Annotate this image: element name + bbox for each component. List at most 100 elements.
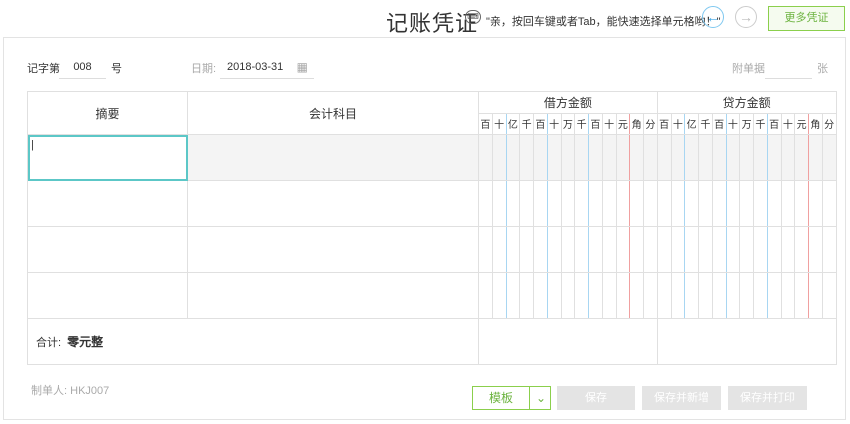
chevron-down-icon[interactable]: ⌄ (529, 387, 552, 409)
debit-amount-cell[interactable] (533, 180, 548, 227)
credit-amount-cell[interactable] (725, 272, 741, 319)
debit-amount-cell[interactable] (546, 272, 562, 319)
debit-amount-cell[interactable] (491, 272, 507, 319)
credit-amount-cell[interactable] (766, 272, 782, 319)
credit-amount-cell[interactable] (711, 226, 727, 273)
credit-amount-cell[interactable] (725, 134, 741, 181)
credit-amount-cell[interactable] (684, 180, 699, 227)
summary-cell[interactable] (27, 226, 188, 273)
debit-amount-cell[interactable] (629, 226, 644, 273)
debit-amount-cell[interactable] (601, 272, 617, 319)
credit-amount-cell[interactable] (670, 272, 686, 319)
debit-amount-cell[interactable] (505, 226, 521, 273)
credit-amount-cell[interactable] (794, 180, 809, 227)
debit-amount-cell[interactable] (629, 272, 644, 319)
credit-amount-cell[interactable] (794, 134, 809, 181)
credit-amount-cell[interactable] (684, 226, 699, 273)
credit-amount-cell[interactable] (698, 134, 713, 181)
credit-amount-cell[interactable] (711, 272, 727, 319)
debit-amount-cell[interactable] (560, 134, 576, 181)
credit-amount-cell[interactable] (711, 180, 727, 227)
save-and-new-button[interactable]: 保存并新增 (642, 386, 721, 410)
debit-amount-cell[interactable] (519, 180, 534, 227)
credit-amount-cell[interactable] (739, 272, 754, 319)
credit-amount-cell[interactable] (821, 226, 837, 273)
credit-amount-cell[interactable] (753, 180, 768, 227)
credit-amount-cell[interactable] (766, 134, 782, 181)
credit-amount-cell[interactable] (780, 180, 796, 227)
credit-amount-cell[interactable] (794, 272, 809, 319)
account-cell[interactable] (187, 180, 479, 227)
credit-amount-cell[interactable] (808, 226, 823, 273)
credit-amount-cell[interactable] (725, 226, 741, 273)
keyboard-icon[interactable]: ⌨ (465, 10, 481, 24)
date-field[interactable]: 2018-03-31 ▦ (220, 56, 314, 79)
credit-amount-cell[interactable] (821, 180, 837, 227)
debit-amount-cell[interactable] (601, 180, 617, 227)
debit-amount-cell[interactable] (519, 226, 534, 273)
credit-amount-cell[interactable] (808, 180, 823, 227)
template-button-label[interactable]: 模板 (473, 387, 529, 409)
debit-amount-cell[interactable] (574, 226, 589, 273)
credit-amount-cell[interactable] (780, 134, 796, 181)
credit-amount-cell[interactable] (753, 272, 768, 319)
credit-amount-cell[interactable] (670, 180, 686, 227)
voucher-number-field[interactable]: 008 (59, 56, 106, 79)
debit-amount-cell[interactable] (588, 180, 603, 227)
credit-amount-cell[interactable] (766, 226, 782, 273)
credit-amount-cell[interactable] (821, 134, 837, 181)
debit-amount-cell[interactable] (601, 226, 617, 273)
credit-amount-cell[interactable] (684, 272, 699, 319)
save-and-print-button[interactable]: 保存并打印 (728, 386, 807, 410)
debit-amount-cell[interactable] (643, 272, 658, 319)
credit-amount-cell[interactable] (739, 226, 754, 273)
debit-amount-cell[interactable] (643, 226, 658, 273)
debit-amount-cell[interactable] (615, 226, 631, 273)
debit-amount-cell[interactable] (629, 180, 644, 227)
credit-amount-cell[interactable] (780, 272, 796, 319)
more-vouchers-button[interactable]: 更多凭证 (768, 6, 845, 31)
credit-amount-cell[interactable] (670, 226, 686, 273)
save-button[interactable]: 保存 (557, 386, 635, 410)
credit-amount-cell[interactable] (711, 134, 727, 181)
debit-amount-cell[interactable] (505, 272, 521, 319)
credit-amount-cell[interactable] (656, 134, 672, 181)
debit-amount-cell[interactable] (533, 272, 548, 319)
account-cell[interactable] (187, 134, 479, 181)
debit-amount-cell[interactable] (519, 272, 534, 319)
debit-amount-cell[interactable] (615, 180, 631, 227)
credit-amount-cell[interactable] (808, 272, 823, 319)
summary-cell[interactable]: | (27, 134, 188, 181)
credit-amount-cell[interactable] (753, 226, 768, 273)
credit-amount-cell[interactable] (656, 272, 672, 319)
debit-amount-cell[interactable] (560, 180, 576, 227)
account-cell[interactable] (187, 272, 479, 319)
summary-cell[interactable] (27, 180, 188, 227)
template-button[interactable]: 模板 ⌄ (472, 386, 551, 410)
debit-amount-cell[interactable] (491, 180, 507, 227)
credit-amount-cell[interactable] (670, 134, 686, 181)
debit-amount-cell[interactable] (519, 134, 534, 181)
debit-amount-cell[interactable] (574, 180, 589, 227)
debit-amount-cell[interactable] (574, 272, 589, 319)
credit-amount-cell[interactable] (808, 134, 823, 181)
debit-amount-cell[interactable] (546, 180, 562, 227)
debit-amount-cell[interactable] (491, 226, 507, 273)
debit-amount-cell[interactable] (588, 134, 603, 181)
debit-amount-cell[interactable] (629, 134, 644, 181)
previous-voucher-button[interactable]: ← (702, 6, 724, 28)
debit-amount-cell[interactable] (588, 226, 603, 273)
debit-amount-cell[interactable] (478, 226, 493, 273)
debit-amount-cell[interactable] (533, 226, 548, 273)
debit-amount-cell[interactable] (560, 272, 576, 319)
credit-amount-cell[interactable] (794, 226, 809, 273)
debit-amount-cell[interactable] (546, 134, 562, 181)
credit-amount-cell[interactable] (698, 272, 713, 319)
debit-amount-cell[interactable] (574, 134, 589, 181)
credit-amount-cell[interactable] (656, 226, 672, 273)
debit-amount-cell[interactable] (643, 134, 658, 181)
attachments-field[interactable] (765, 56, 812, 79)
debit-amount-cell[interactable] (505, 180, 521, 227)
credit-amount-cell[interactable] (739, 180, 754, 227)
debit-amount-cell[interactable] (615, 134, 631, 181)
